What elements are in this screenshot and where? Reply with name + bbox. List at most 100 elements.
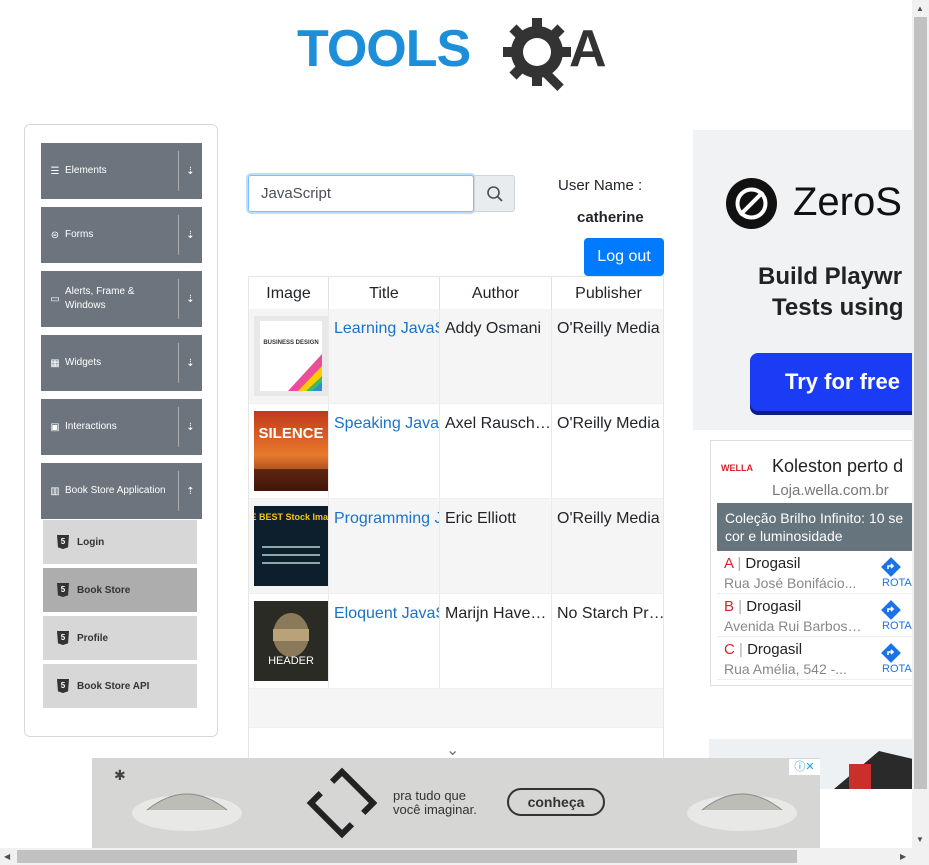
html5-icon: 5: [57, 631, 69, 645]
search-icon: [486, 185, 503, 202]
route-label[interactable]: ROTA: [882, 620, 912, 632]
zerostep-headline-line2: Tests using: [772, 294, 904, 321]
table-row: HEADER Eloquent JavaScript, Second Editi…: [249, 594, 664, 689]
svg-text:✱: ✱: [114, 767, 126, 783]
store-name: A | Drogasil: [724, 555, 801, 572]
book-cover-image: BUSINESS DESIGN: [254, 316, 328, 396]
book-cover-image: SILENCE: [254, 411, 328, 491]
store-item[interactable]: B | Drogasil Avenida Rui Barbosa... ROTA: [717, 594, 912, 637]
logout-button[interactable]: Log out: [584, 238, 664, 276]
group-interactions[interactable]: ▣ Interactions ⇣: [41, 399, 202, 455]
scroll-left-arrow-icon[interactable]: ◀: [4, 852, 10, 861]
table-row-empty: [249, 689, 663, 728]
group-label: Alerts, Frame & Windows: [65, 286, 135, 311]
store-item[interactable]: C | Drogasil Rua Amélia, 542 -... ROTA: [717, 637, 912, 680]
menu-item-profile[interactable]: 5 Profile: [42, 615, 198, 661]
try-for-free-button[interactable]: Try for free: [750, 353, 913, 411]
book-title-link[interactable]: Learning JavaScript Design Patterns: [329, 309, 440, 403]
svg-text:THE BEST Stock Images: THE BEST Stock Images: [254, 512, 328, 522]
zerostep-ad[interactable]: ZeroS Build Playwr Tests using Try for f…: [693, 130, 913, 430]
menu-item-label: Profile: [77, 632, 109, 644]
menu-item-login[interactable]: 5 Login: [42, 519, 198, 565]
group-widgets[interactable]: ▦ Widgets ⇣: [41, 335, 202, 391]
download-arrow-icon: ⇣: [178, 407, 202, 447]
image-cell: HEADER: [249, 594, 329, 688]
book-author: Marijn Haverbeke: [440, 594, 552, 688]
banco-do-brasil-ad[interactable]: ✱ pra tudo que você imaginar. conheça: [92, 758, 820, 848]
html5-icon: 5: [57, 583, 69, 597]
store-address: Avenida Rui Barbosa...: [724, 618, 864, 634]
horizontal-scrollbar-thumb[interactable]: [17, 850, 797, 863]
book-title-link[interactable]: Speaking JavaScript: [329, 404, 440, 498]
store-item[interactable]: A | Drogasil Rua José Bonifácio... ROTA: [717, 551, 912, 594]
zerostep-brand: ZeroS: [793, 180, 902, 224]
table-row: SILENCE Speaking JavaScript Axel Rauschm…: [249, 404, 663, 499]
store-address: Rua José Bonifácio...: [724, 575, 857, 591]
image-cell: THE BEST Stock Images: [249, 499, 329, 593]
search-button[interactable]: [474, 175, 515, 212]
route-label[interactable]: ROTA: [882, 577, 912, 589]
download-arrow-icon: ⇣: [178, 215, 202, 255]
wella-title[interactable]: Koleston perto d: [772, 456, 903, 477]
menu-item-book-store[interactable]: 5 Book Store: [42, 567, 198, 613]
svg-text:HEADER: HEADER: [268, 655, 314, 667]
group-forms[interactable]: ⊜ Forms ⇣: [41, 207, 202, 263]
upload-arrow-icon: ⇡: [178, 471, 202, 511]
book-title-link[interactable]: Programming JavaScript Applications: [329, 499, 440, 593]
menu-item-book-store-api[interactable]: 5 Book Store API: [42, 663, 198, 709]
user-name-label: User Name :: [558, 177, 643, 194]
route-label[interactable]: ROTA: [882, 663, 912, 675]
book-publisher: O'Reilly Media: [557, 320, 660, 337]
store-name: B | Drogasil: [724, 598, 802, 615]
toolsqa-logo[interactable]: TOOLS A: [297, 14, 627, 92]
column-header-image[interactable]: Image: [249, 277, 329, 310]
book-author: Axel Rauschmayer: [440, 404, 552, 498]
gear-icon: [503, 18, 571, 92]
books-icon: ▥: [50, 485, 60, 497]
group-label: Widgets: [65, 357, 102, 368]
download-arrow-icon: ⇣: [178, 343, 202, 383]
store-name: C | Drogasil: [724, 641, 803, 658]
vertical-scrollbar-thumb[interactable]: [914, 17, 927, 789]
scroll-right-arrow-icon[interactable]: ▶: [900, 852, 906, 861]
group-book-store-application[interactable]: ▥ Book Store Application ⇡: [41, 463, 202, 519]
chevron-down-icon[interactable]: ⌄: [446, 740, 459, 760]
table-row: BUSINESS DESIGN Learning JavaScript Desi…: [249, 309, 663, 404]
scroll-down-arrow-icon[interactable]: ▼: [916, 835, 924, 844]
column-header-title[interactable]: Title: [329, 277, 440, 310]
html5-icon: 5: [57, 535, 69, 549]
search-input[interactable]: JavaScript: [248, 175, 474, 212]
column-header-publisher[interactable]: Publisher: [552, 277, 663, 310]
image-cell: SILENCE: [249, 404, 329, 498]
group-label: Elements: [65, 165, 107, 176]
circle-icon: ⊜: [50, 229, 60, 241]
book-cover-image: THE BEST Stock Images: [254, 506, 328, 586]
zerostep-headline-line1: Build Playwr: [758, 263, 903, 290]
logo-text-tools: TOOLS: [297, 20, 470, 78]
window-icon: ▭: [50, 293, 60, 305]
menu-item-label: Login: [77, 536, 105, 548]
group-alerts-frame-windows[interactable]: ▭ Alerts, Frame & Windows ⇣: [41, 271, 202, 327]
page: TOOLS A ☰ Elements ⇣ ⊜ Forms ⇣ ▭ Alerts,…: [0, 0, 929, 865]
book-publisher: No Starch Press: [557, 605, 664, 622]
book-author: Eric Elliott: [440, 499, 552, 593]
group-label: Forms: [65, 229, 94, 240]
scroll-up-arrow-icon[interactable]: ▲: [916, 4, 924, 13]
wella-ad[interactable]: WELLA Koleston perto d Loja.wella.com.br…: [710, 440, 913, 686]
menu-item-label: Book Store API: [77, 680, 150, 692]
svg-text:BUSINESS DESIGN: BUSINESS DESIGN: [263, 340, 318, 346]
group-label: Interactions: [65, 421, 117, 432]
adchoices-close-icon[interactable]: ⓘ✕: [789, 759, 820, 775]
group-label: Book Store Application: [65, 485, 166, 496]
menu-item-label: Book Store: [77, 584, 131, 596]
download-arrow-icon: ⇣: [178, 279, 202, 319]
wella-url[interactable]: Loja.wella.com.br: [772, 482, 889, 499]
user-name-value: catherine: [577, 209, 644, 226]
book-author: Addy Osmani: [440, 309, 552, 403]
svg-text:SILENCE: SILENCE: [258, 425, 323, 442]
column-header-author[interactable]: Author: [440, 277, 552, 310]
book-title-link[interactable]: Eloquent JavaScript, Second Edition: [329, 594, 440, 688]
group-elements[interactable]: ☰ Elements ⇣: [41, 143, 202, 199]
conheca-button[interactable]: conheça: [507, 788, 605, 816]
book-cover-image: HEADER: [254, 601, 328, 681]
